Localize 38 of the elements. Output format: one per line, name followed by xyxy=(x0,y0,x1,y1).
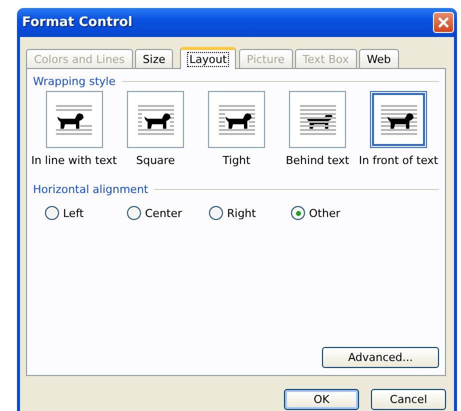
radio-button[interactable] xyxy=(209,206,223,220)
tab[interactable]: Layout xyxy=(180,47,236,69)
wrapping-option[interactable]: Tight xyxy=(196,91,277,167)
radio-button[interactable] xyxy=(291,206,305,220)
tab[interactable]: Size xyxy=(134,49,174,68)
section-title: Wrapping style xyxy=(33,75,116,88)
option-label: In front of text xyxy=(358,154,438,167)
option-label: Square xyxy=(136,154,175,167)
radio-label: Left xyxy=(63,206,84,220)
section-title: Horizontal alignment xyxy=(33,183,148,196)
wrapping-tile[interactable] xyxy=(208,91,265,148)
close-button[interactable] xyxy=(433,12,454,33)
wrapping-option[interactable]: In line with text xyxy=(33,91,115,167)
radio-label: Right xyxy=(227,206,256,220)
tab[interactable]: Web xyxy=(358,49,399,68)
radio-option[interactable]: Other xyxy=(291,206,373,220)
radio-option[interactable]: Left xyxy=(45,206,127,220)
radio-option[interactable]: Center xyxy=(127,206,209,220)
dialog-button[interactable]: OK xyxy=(284,389,359,410)
radio-button[interactable] xyxy=(45,206,59,220)
radio-button[interactable] xyxy=(127,206,141,220)
dialog-button[interactable]: Cancel xyxy=(371,389,446,410)
wrapping-option[interactable]: Square xyxy=(115,91,196,167)
close-icon xyxy=(437,16,450,29)
wrapping-option[interactable]: In front of text xyxy=(358,91,439,167)
option-label: In line with text xyxy=(31,154,117,167)
radio-label: Center xyxy=(145,206,182,220)
wrapping-tile[interactable] xyxy=(370,91,427,148)
window-title: Format Control xyxy=(22,15,134,30)
option-label: Behind text xyxy=(286,154,350,167)
radio-option[interactable]: Right xyxy=(209,206,291,220)
radio-label: Other xyxy=(309,206,340,220)
wrapping-tile[interactable] xyxy=(127,91,184,148)
wrapping-tile[interactable] xyxy=(46,91,102,148)
advanced-button[interactable]: Advanced... xyxy=(322,347,439,368)
wrapping-option[interactable]: Behind text xyxy=(277,91,358,167)
wrapping-tile[interactable] xyxy=(289,91,346,148)
option-label: Tight xyxy=(222,154,250,167)
